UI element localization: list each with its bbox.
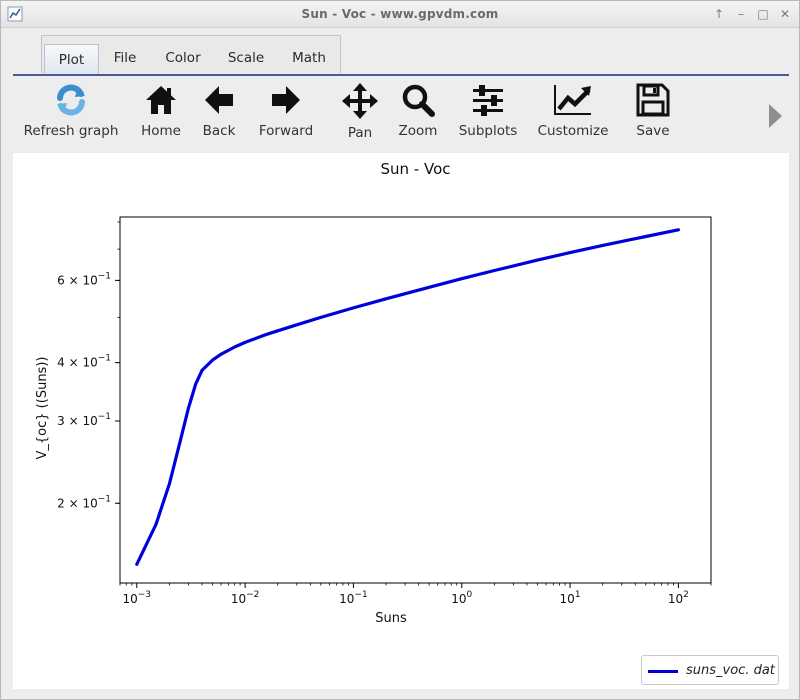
forward-label: Forward <box>258 123 314 139</box>
title-bar[interactable]: Sun - Voc - www.gpvdm.com ↑ – □ ✕ <box>1 1 799 28</box>
pan-label: Pan <box>347 125 373 141</box>
series-line <box>135 228 681 566</box>
y-axis-label: V_{oc} ((Suns)) <box>35 357 50 460</box>
legend: suns_voc. dat <box>641 655 779 685</box>
chevron-right-icon[interactable] <box>767 103 783 129</box>
move-icon <box>342 83 378 119</box>
line-chart-icon <box>554 85 591 115</box>
legend-label: suns_voc. dat <box>686 663 775 678</box>
tab-math[interactable]: Math <box>280 36 338 74</box>
forward-button[interactable]: Forward <box>253 79 319 145</box>
toolbar: Refresh graph Home Back Forward Pan Zoom… <box>13 79 789 147</box>
minimize-button[interactable]: – <box>732 5 750 23</box>
x-tick-label: 10−1 <box>339 590 368 606</box>
tab-file[interactable]: File <box>102 36 148 74</box>
back-button[interactable]: Back <box>195 79 243 145</box>
arrow-left-icon <box>205 86 233 114</box>
x-axis-label: Suns <box>375 611 407 626</box>
subplots-label: Subplots <box>458 123 518 139</box>
zoom-button[interactable]: Zoom <box>393 79 443 145</box>
x-tick-label: 10−2 <box>231 590 260 606</box>
close-button[interactable]: ✕ <box>776 5 794 23</box>
customize-label: Customize <box>537 123 609 139</box>
refresh-icon <box>57 84 85 116</box>
pan-button[interactable]: Pan <box>337 79 383 145</box>
window-title: Sun - Voc - www.gpvdm.com <box>301 7 499 21</box>
save-button[interactable]: Save <box>629 79 677 145</box>
zoom-label: Zoom <box>398 123 438 139</box>
tab-underline <box>13 74 789 76</box>
tab-scale[interactable]: Scale <box>218 36 274 74</box>
chart-title: Sun - Voc <box>380 160 450 178</box>
y-tick-label: 2 × 10−1 <box>57 494 111 510</box>
plot-canvas[interactable]: Sun - Voc 10−3 10−2 10−1 100 101 102 2 × 10−1 3 … <box>13 153 789 689</box>
keep-above-button[interactable]: ↑ <box>710 5 728 23</box>
subplots-button[interactable]: Subplots <box>457 79 519 145</box>
home-icon <box>146 86 176 114</box>
plot-frame <box>119 216 712 584</box>
home-button[interactable]: Home <box>137 79 185 145</box>
app-window: Sun - Voc - www.gpvdm.com ↑ – □ ✕ Plot F… <box>0 0 800 700</box>
tab-bar: Plot File Color Scale Math <box>41 35 341 76</box>
legend-swatch <box>648 670 678 673</box>
y-tick-label: 4 × 10−1 <box>57 354 111 370</box>
chart[interactable]: Sun - Voc 10−3 10−2 10−1 100 101 102 2 × 10−1 3 … <box>13 153 789 653</box>
x-tick-label: 101 <box>560 590 581 606</box>
refresh-graph-label: Refresh graph <box>23 123 119 139</box>
x-tick-label: 100 <box>451 590 472 606</box>
tab-color[interactable]: Color <box>154 36 212 74</box>
x-tick-label: 102 <box>668 590 689 606</box>
save-label: Save <box>636 123 670 139</box>
sliders-icon <box>473 85 503 116</box>
tab-plot[interactable]: Plot <box>44 44 99 76</box>
y-tick-label: 6 × 10−1 <box>57 271 111 287</box>
customize-button[interactable]: Customize <box>535 79 611 145</box>
back-label: Back <box>202 123 236 139</box>
maximize-button[interactable]: □ <box>754 5 772 23</box>
arrow-right-icon <box>272 86 300 114</box>
refresh-graph-button[interactable]: Refresh graph <box>23 79 119 145</box>
magnifier-icon <box>402 84 435 117</box>
x-tick-label: 10−3 <box>122 590 151 606</box>
home-label: Home <box>141 123 181 139</box>
y-tick-label: 3 × 10−1 <box>57 412 111 428</box>
floppy-disk-icon <box>636 83 670 117</box>
